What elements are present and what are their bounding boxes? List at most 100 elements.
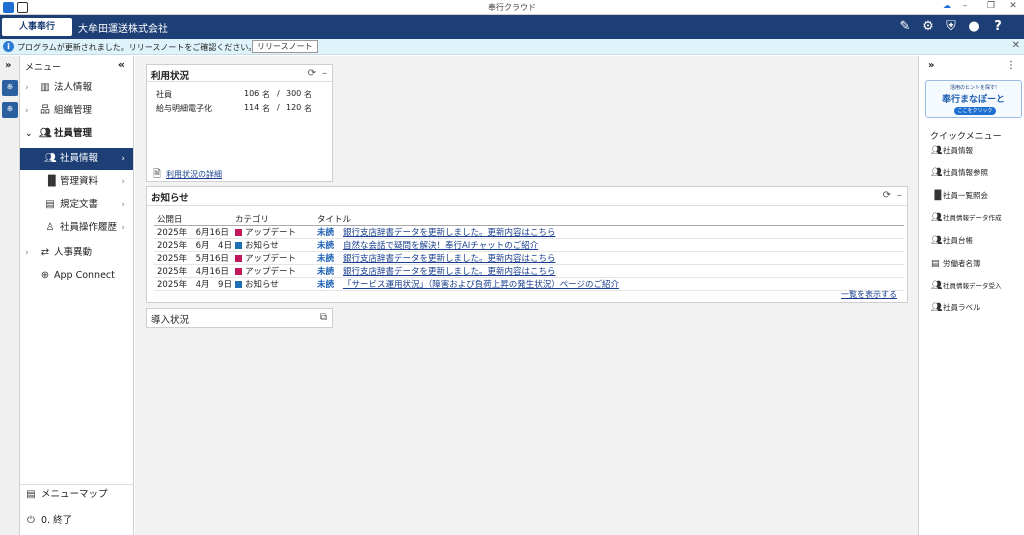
- external-link-icon[interactable]: ⧉: [320, 312, 327, 323]
- window-titlebar: 奉行クラウド ☁ – ❐ ✕: [0, 0, 1024, 15]
- usage-used: 114: [244, 103, 260, 112]
- sidebar-menu: メニュー « › ▥ 法人情報 › 品 組織管理 ⌄ 👥︎ 社員管理 👥︎ 社員…: [20, 56, 134, 535]
- news-title-link[interactable]: 銀行支店辞書データを更新しました。更新内容はこちら: [343, 254, 556, 264]
- app-shortcut-icon-2[interactable]: 奉: [2, 102, 18, 118]
- sidebar-item-management-docs[interactable]: ▐▌ 管理資料 ›: [20, 171, 133, 193]
- user-icon[interactable]: ●: [966, 19, 982, 35]
- people-icon: 👥︎: [931, 213, 943, 223]
- quick-item-employee-list[interactable]: ▐▌社員一覧照会: [931, 190, 988, 202]
- news-panel: お知らせ ⟳ – 公開日 カテゴリ タイトル 2025年 6月16日 アップデー…: [146, 186, 908, 303]
- news-status: 未読: [313, 225, 340, 239]
- sidebar-item-employee-management[interactable]: ⌄ 👥︎ 社員管理: [20, 123, 133, 145]
- shield-icon[interactable]: ⛨: [943, 19, 959, 35]
- release-notes-button[interactable]: リリースノート: [252, 40, 318, 53]
- news-date: 2025年 4月16日: [154, 264, 232, 278]
- right-panel: » ⋮ 活用のヒントを探す! 奉行まなぽーと ここをクリック クイックメニュー …: [918, 56, 1024, 535]
- product-logo[interactable]: 人事奉行: [2, 18, 72, 36]
- news-date: 2025年 4月 9日: [154, 277, 232, 291]
- banner-button[interactable]: ここをクリック: [954, 107, 996, 115]
- main-content: 利用状況 ⟳ – 社員 106 名 / 300 名 給与明細電子化 114 名 …: [135, 56, 918, 535]
- usage-unit: 名: [304, 104, 312, 113]
- minimize-panel-icon[interactable]: –: [322, 68, 327, 79]
- refresh-icon[interactable]: ⟳: [308, 68, 316, 79]
- sidebar-item-organization[interactable]: › 品 組織管理: [20, 100, 133, 122]
- help-icon[interactable]: ?: [990, 19, 1006, 35]
- news-title-cell[interactable]: 銀行支店辞書データを更新しました。更新内容はこちら: [339, 264, 904, 278]
- news-title-link[interactable]: 自然な会話で疑問を解決！奉行AIチャットのご紹介: [343, 241, 538, 251]
- sidebar-item-regulations[interactable]: ▤ 規定文書 ›: [20, 194, 133, 216]
- sidebar-item-operation-history[interactable]: ♙ 社員操作履歴 ›: [20, 217, 133, 239]
- chevron-right-icon: ›: [121, 177, 125, 187]
- news-title-cell[interactable]: 「サービス運用状況」（障害および負荷上昇の発生状況）ページのご紹介: [339, 277, 904, 291]
- news-title-link[interactable]: 銀行支店辞書データを更新しました。更新内容はこちら: [343, 228, 556, 238]
- news-row[interactable]: 2025年 6月 4日 お知らせ 未読 自然な会話で疑問を解決！奉行AIチャット…: [154, 238, 904, 252]
- news-date: 2025年 6月16日: [154, 225, 232, 239]
- news-row[interactable]: 2025年 4月 9日 お知らせ 未読 「サービス運用状況」（障害および負荷上昇…: [154, 277, 904, 291]
- notice-message: プログラムが更新されました。リリースノートをご確認ください。: [17, 43, 257, 52]
- news-row[interactable]: 2025年 6月16日 アップデート 未読 銀行支店辞書データを更新しました。更…: [154, 225, 904, 239]
- news-row[interactable]: 2025年 5月16日 アップデート 未読 銀行支店辞書データを更新しました。更…: [154, 251, 904, 265]
- quick-item-data-create[interactable]: 👥︎社員情報データ作成: [931, 212, 1002, 224]
- app-header: 人事奉行 大牟田運送株式会社 ✎ ⚙ ⛨ ● ?: [0, 15, 1024, 39]
- refresh-icon[interactable]: ⟳: [883, 190, 891, 201]
- chevron-down-icon: ⌄: [25, 129, 33, 139]
- sidebar-item-app-connect[interactable]: ⊕ App Connect: [20, 265, 133, 287]
- minimize-button[interactable]: –: [958, 1, 972, 11]
- people-icon: 👥︎: [931, 168, 943, 178]
- quick-item-employee-info-ref[interactable]: 👥︎社員情報参照: [931, 167, 988, 179]
- intro-title: 導入状況: [151, 315, 190, 326]
- app-shortcut-icon[interactable]: 奉: [2, 80, 18, 96]
- ai-cloud-icon[interactable]: ☁: [940, 1, 954, 10]
- close-window-button[interactable]: ✕: [1006, 1, 1020, 11]
- minimize-panel-icon[interactable]: –: [897, 190, 902, 201]
- chevron-right-icon: ›: [121, 154, 125, 164]
- menu-map-label: メニューマップ: [41, 489, 108, 500]
- category-marker: [234, 268, 242, 275]
- news-title-link[interactable]: 「サービス運用状況」（障害および負荷上昇の発生状況）ページのご紹介: [343, 280, 619, 290]
- expand-right-icon[interactable]: »: [928, 60, 934, 71]
- sidebar-item-label: 社員情報: [60, 153, 99, 164]
- show-all-news-link[interactable]: 一覧を表示する: [841, 289, 897, 300]
- col-date: 公開日: [154, 213, 232, 226]
- usage-detail-link[interactable]: 利用状況の詳細: [166, 169, 222, 180]
- quick-item-ledger[interactable]: 👥︎社員台帳: [931, 235, 973, 247]
- gear-icon[interactable]: ⚙: [920, 19, 936, 35]
- exit-button[interactable]: ⏻ 0. 終了: [20, 510, 133, 532]
- manaport-banner[interactable]: 活用のヒントを探す! 奉行まなぽーと ここをクリック: [925, 80, 1022, 118]
- sidebar-item-label: App Connect: [54, 270, 115, 281]
- quick-item-employee-label[interactable]: 👥︎社員ラベル: [931, 302, 981, 314]
- collapse-icon[interactable]: «: [118, 58, 125, 71]
- chevron-right-icon: ›: [121, 223, 125, 233]
- quick-item-data-import[interactable]: 👥︎社員情報データ受入: [931, 280, 1002, 292]
- news-date: 2025年 6月 4日: [154, 238, 232, 252]
- close-notice-icon[interactable]: ✕: [1012, 40, 1020, 51]
- usage-label: 社員: [156, 90, 172, 99]
- quick-item-employee-info[interactable]: 👥︎社員情報: [931, 145, 973, 157]
- sidebar-item-label: 規定文書: [60, 199, 99, 210]
- expand-icon[interactable]: »: [5, 60, 11, 71]
- sidebar-item-label: 社員管理: [54, 128, 93, 139]
- news-status: 未読: [313, 251, 340, 265]
- edit-icon[interactable]: ✎: [897, 19, 913, 35]
- usage-unit: 名: [304, 90, 312, 99]
- news-title-cell[interactable]: 銀行支店辞書データを更新しました。更新内容はこちら: [339, 225, 904, 239]
- news-status: 未読: [313, 238, 340, 252]
- sidebar-item-label: 組織管理: [54, 105, 93, 116]
- menu-map-button[interactable]: ▤ メニューマップ: [20, 484, 133, 506]
- quick-menu-title: クイックメニュー: [930, 132, 1002, 142]
- sidebar-item-label: 人事異動: [54, 247, 93, 258]
- quick-item-worker-register[interactable]: ▤ 労働者名簿: [931, 258, 981, 270]
- news-title-cell[interactable]: 自然な会話で疑問を解決！奉行AIチャットのご紹介: [339, 238, 904, 252]
- sidebar-item-employee-info[interactable]: 👥︎ 社員情報 ›: [20, 148, 133, 170]
- restore-button[interactable]: ❐: [984, 1, 998, 11]
- news-title-cell[interactable]: 銀行支店辞書データを更新しました。更新内容はこちら: [339, 251, 904, 265]
- news-title-link[interactable]: 銀行支店辞書データを更新しました。更新内容はこちら: [343, 267, 556, 277]
- document-icon: ▤: [45, 199, 55, 210]
- more-options-icon[interactable]: ⋮: [1006, 60, 1016, 71]
- building-icon: ▥: [40, 82, 50, 93]
- sidebar-item-corporate[interactable]: › ▥ 法人情報: [20, 77, 133, 99]
- sidebar-item-personnel-transfer[interactable]: › ⇄ 人事異動: [20, 242, 133, 264]
- chevron-right-icon: ›: [121, 200, 125, 210]
- news-row[interactable]: 2025年 4月16日 アップデート 未読 銀行支店辞書データを更新しました。更…: [154, 264, 904, 278]
- usage-panel: 利用状況 ⟳ – 社員 106 名 / 300 名 給与明細電子化 114 名 …: [146, 64, 333, 182]
